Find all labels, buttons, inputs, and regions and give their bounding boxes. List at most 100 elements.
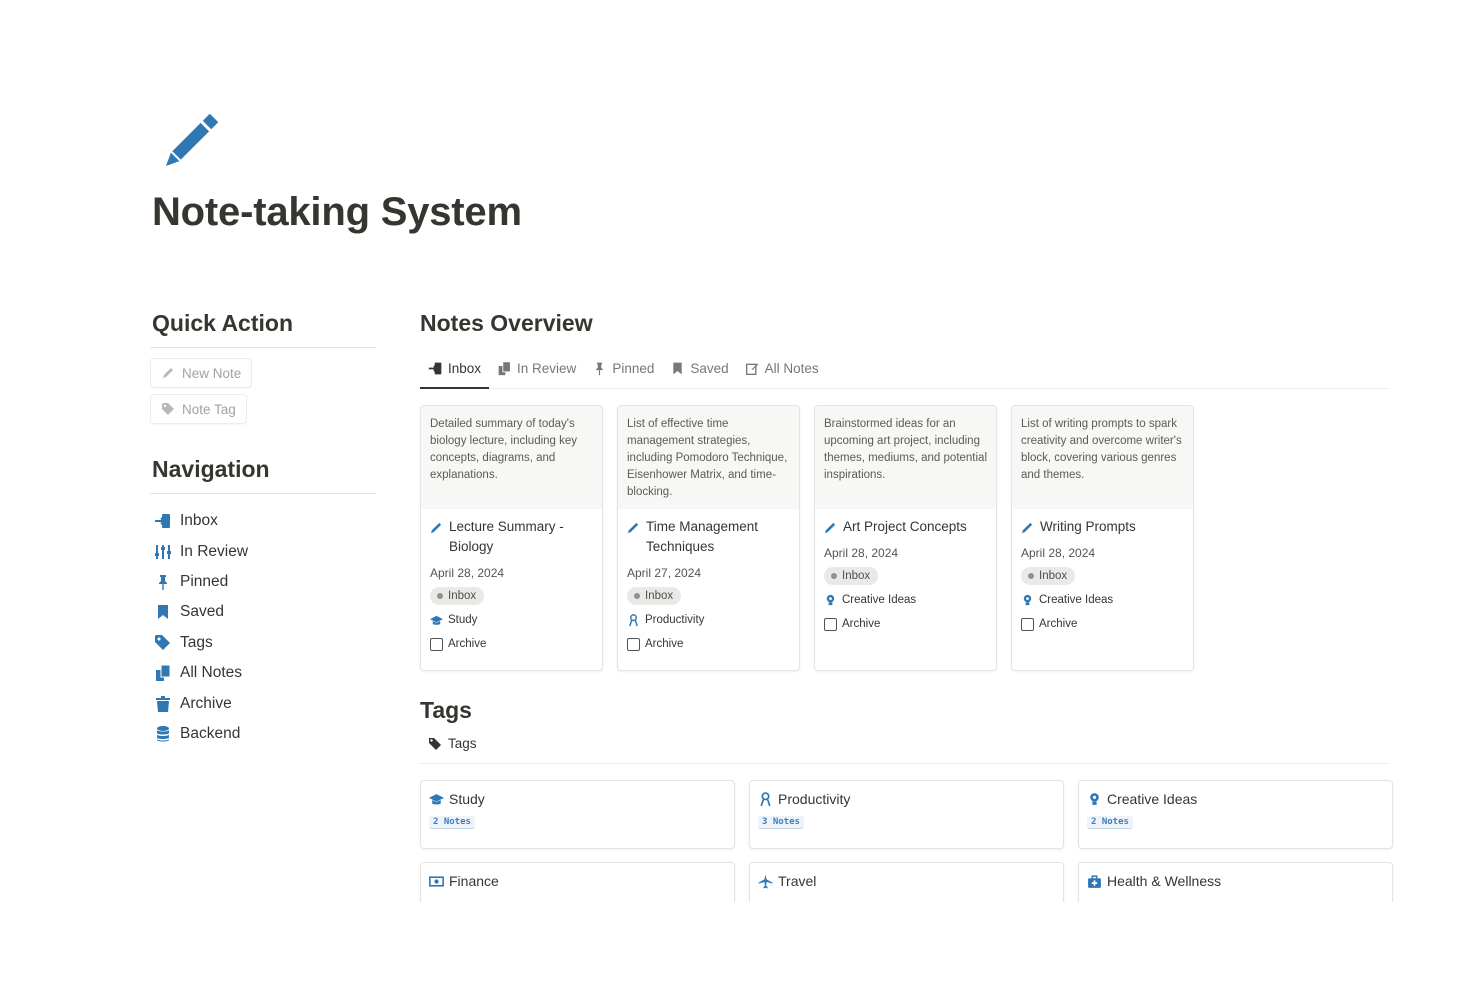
archive-checkbox[interactable]: Archive bbox=[824, 615, 987, 633]
tag-name-text: Travel bbox=[778, 873, 817, 889]
checkbox-box[interactable] bbox=[1021, 617, 1034, 631]
trash-icon bbox=[156, 695, 170, 712]
status-badge: Inbox bbox=[824, 567, 879, 585]
bookmark-icon bbox=[158, 605, 168, 620]
quick-action-list: New Note Note Tag bbox=[150, 348, 376, 456]
status-dot bbox=[634, 593, 640, 599]
note-title: Art Project Concepts bbox=[824, 517, 987, 537]
first-aid-icon bbox=[1088, 874, 1101, 888]
note-tag-label: Note Tag bbox=[182, 401, 236, 417]
note-title-text: Time Management Techniques bbox=[646, 519, 759, 554]
status-badge: Inbox bbox=[627, 587, 682, 605]
database-icon bbox=[157, 725, 169, 742]
nav-item-label: All Notes bbox=[180, 664, 243, 682]
nav-item-label: Tags bbox=[180, 633, 213, 651]
note-tag: Creative Ideas bbox=[824, 591, 987, 609]
status-badge: Inbox bbox=[1021, 567, 1076, 585]
checkbox-box[interactable] bbox=[824, 617, 837, 631]
nav-item-tags[interactable]: Tags bbox=[150, 628, 376, 658]
tag-count-badge: 3 Notes bbox=[758, 816, 804, 829]
tag-card[interactable]: Creative Ideas 2 Notes bbox=[1078, 780, 1393, 849]
quick-action-section: Quick Action New Note Note Tag bbox=[150, 310, 376, 456]
tab-label: In Review bbox=[517, 360, 577, 376]
tag-name: Creative Ideas bbox=[1087, 791, 1384, 807]
tab-pinned[interactable]: Pinned bbox=[584, 348, 662, 388]
tag-card[interactable]: Productivity 3 Notes bbox=[749, 780, 1064, 849]
nav-item-saved[interactable]: Saved bbox=[150, 597, 376, 627]
tab-saved[interactable]: Saved bbox=[662, 348, 736, 388]
note-card[interactable]: Detailed summary of today's biology lect… bbox=[420, 405, 603, 671]
status-text: Inbox bbox=[1039, 570, 1068, 582]
note-card-body: Time Management Techniques April 27, 202… bbox=[618, 509, 799, 661]
graduation-cap-icon bbox=[429, 793, 444, 804]
tag-card[interactable]: Study 2 Notes bbox=[420, 780, 735, 849]
tab-label: All Notes bbox=[764, 360, 819, 376]
graduation-cap-icon bbox=[430, 615, 443, 625]
note-preview: Detailed summary of today's biology lect… bbox=[421, 406, 602, 509]
pencil-icon bbox=[1021, 522, 1033, 534]
bookmark-icon bbox=[673, 362, 683, 374]
tag-name: Travel bbox=[758, 873, 1055, 889]
tab-inbox[interactable]: Inbox bbox=[420, 348, 490, 389]
note-card[interactable]: Brainstormed ideas for an upcoming art p… bbox=[814, 405, 997, 671]
nav-item-in-review[interactable]: In Review bbox=[150, 536, 376, 566]
note-card-body: Writing Prompts April 28, 2024 Inbox Cre… bbox=[1012, 509, 1193, 641]
archive-label: Archive bbox=[448, 638, 487, 650]
lightbulb-icon bbox=[1023, 594, 1032, 605]
status-text: Inbox bbox=[645, 590, 674, 602]
tab-tags[interactable]: Tags bbox=[420, 724, 1390, 764]
archive-checkbox[interactable]: Archive bbox=[627, 635, 790, 653]
tab-label: Pinned bbox=[612, 360, 655, 376]
status-text: Inbox bbox=[448, 590, 477, 602]
navigation-list: Inbox In Review Pinned Saved Tags All No… bbox=[150, 494, 376, 749]
note-tag-text: Study bbox=[448, 614, 478, 626]
page-title: Note-taking System bbox=[152, 190, 522, 234]
nav-item-label: Pinned bbox=[180, 572, 229, 590]
tag-name-text: Creative Ideas bbox=[1107, 791, 1198, 807]
pin-icon bbox=[159, 574, 167, 590]
nav-item-backend[interactable]: Backend bbox=[150, 719, 376, 749]
note-tag: Productivity bbox=[627, 611, 790, 629]
inbox-icon bbox=[155, 514, 170, 529]
tag-icon bbox=[155, 634, 170, 650]
note-card[interactable]: List of writing prompts to spark creativ… bbox=[1011, 405, 1194, 671]
tab-in-review[interactable]: In Review bbox=[489, 348, 584, 388]
nav-item-label: Backend bbox=[180, 724, 241, 742]
archive-label: Archive bbox=[842, 618, 881, 630]
tab-all-notes[interactable]: All Notes bbox=[737, 348, 827, 388]
navigation-section: Navigation Inbox In Review Pinned Saved … bbox=[150, 456, 376, 749]
nav-item-label: In Review bbox=[180, 542, 249, 560]
nav-item-archive[interactable]: Archive bbox=[150, 688, 376, 718]
note-tag-text: Creative Ideas bbox=[842, 594, 917, 606]
archive-checkbox[interactable]: Archive bbox=[430, 635, 593, 653]
nav-item-pinned[interactable]: Pinned bbox=[150, 567, 376, 597]
nav-item-label: Inbox bbox=[180, 512, 218, 530]
documents-icon bbox=[156, 664, 171, 682]
notes-gallery: Detailed summary of today's biology lect… bbox=[420, 405, 1390, 671]
note-tag-button[interactable]: Note Tag bbox=[150, 394, 247, 424]
new-note-button[interactable]: New Note bbox=[150, 358, 253, 388]
edit-icon bbox=[745, 363, 758, 375]
note-card[interactable]: List of effective time management strate… bbox=[617, 405, 800, 671]
checkbox-box[interactable] bbox=[430, 637, 443, 651]
left-column: Quick Action New Note Note Tag Navigatio… bbox=[150, 310, 376, 749]
pencil-icon bbox=[163, 368, 173, 378]
tag-count-badge: 2 Notes bbox=[429, 816, 475, 829]
lightbulb-icon bbox=[826, 594, 835, 605]
note-title: Lecture Summary - Biology bbox=[430, 517, 593, 557]
notes-overview-heading: Notes Overview bbox=[420, 310, 593, 336]
tab-label: Saved bbox=[690, 360, 729, 376]
tag-name-text: Productivity bbox=[778, 791, 851, 807]
pencil-icon bbox=[627, 522, 639, 534]
status-text: Inbox bbox=[842, 570, 871, 582]
note-date: April 28, 2024 bbox=[430, 566, 505, 580]
checkbox-box[interactable] bbox=[627, 637, 640, 651]
airplane-icon bbox=[758, 874, 773, 888]
status-dot bbox=[831, 573, 837, 579]
nav-item-inbox[interactable]: Inbox bbox=[150, 506, 376, 536]
nav-item-all-notes[interactable]: All Notes bbox=[150, 658, 376, 688]
archive-checkbox[interactable]: Archive bbox=[1021, 615, 1184, 633]
note-tag: Study bbox=[430, 611, 593, 629]
note-preview: List of writing prompts to spark creativ… bbox=[1012, 406, 1193, 509]
note-date: April 28, 2024 bbox=[1021, 546, 1096, 560]
